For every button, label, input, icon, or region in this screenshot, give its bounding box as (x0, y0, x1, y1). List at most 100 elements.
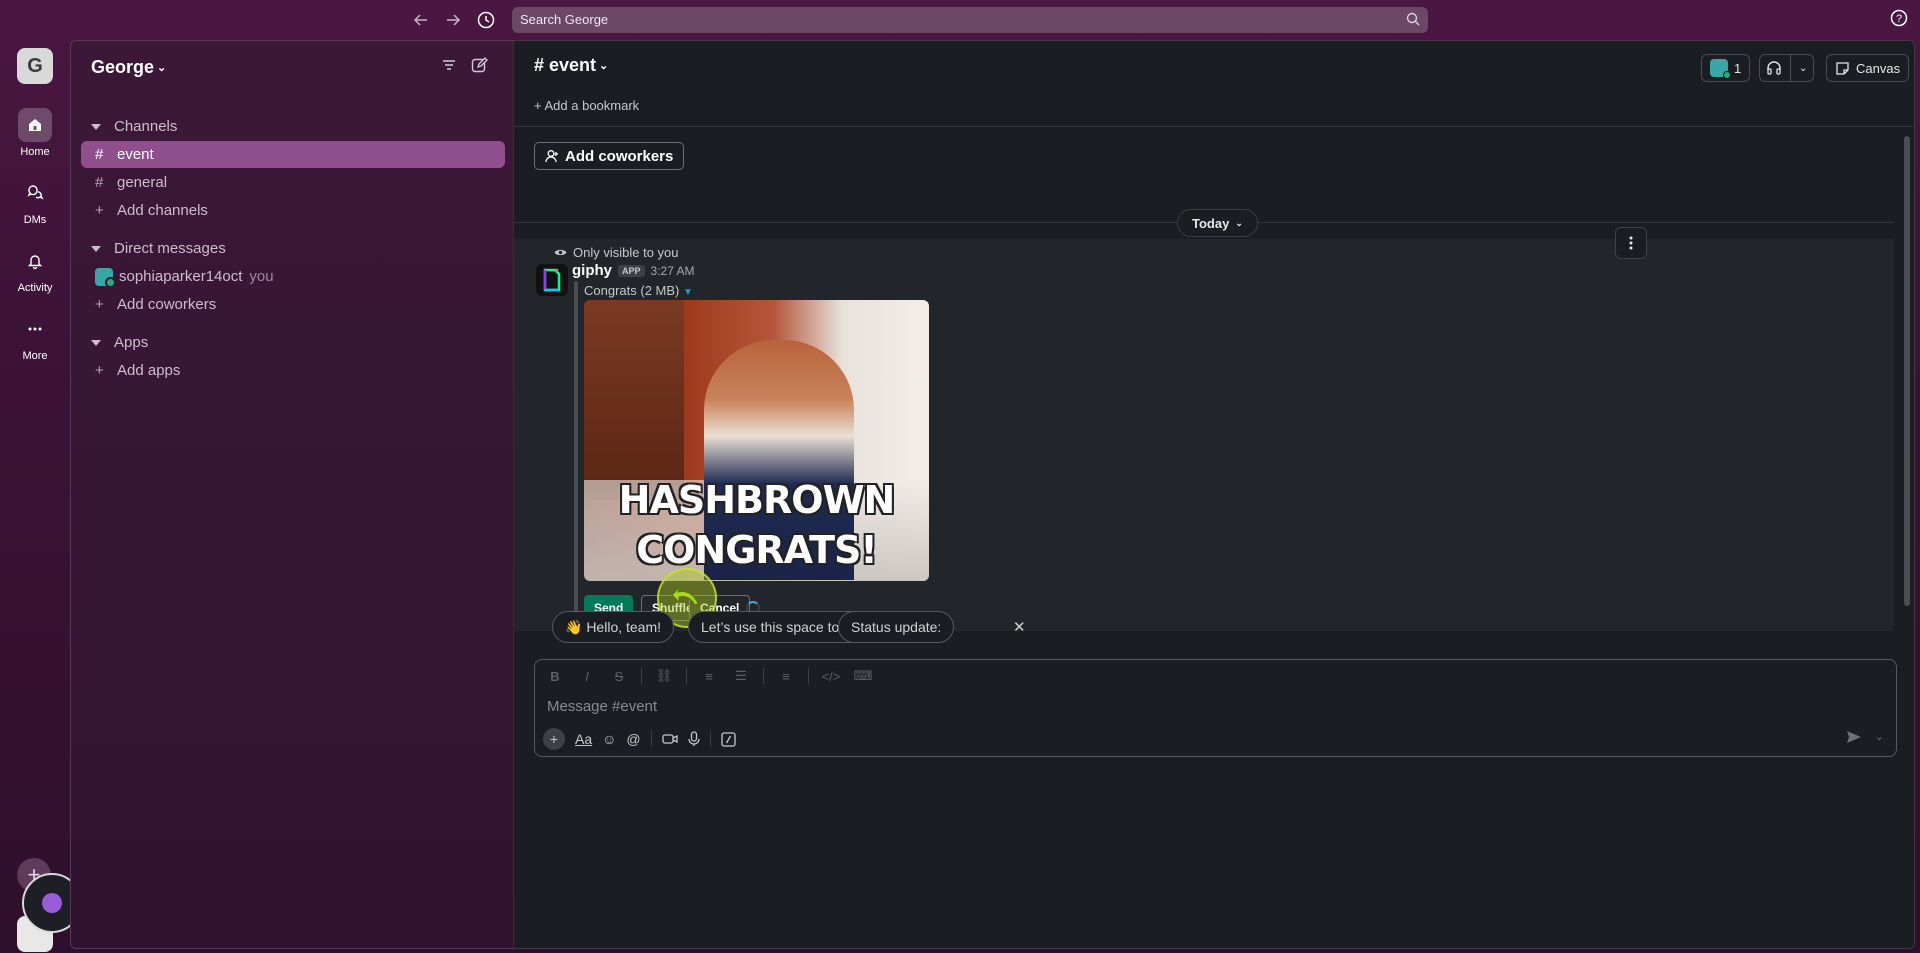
add-bookmark-button[interactable]: + Add a bookmark (534, 98, 639, 113)
channel-header: # event ⌄ + Add a bookmark 1 ⌄ Canvas (514, 41, 1914, 127)
sidebar-item-event[interactable]: # event (81, 141, 505, 168)
scrollbar[interactable] (1904, 136, 1910, 606)
canvas-button[interactable]: Canvas (1826, 54, 1910, 82)
search-placeholder: Search George (520, 12, 609, 27)
chevron-down-icon: ⌄ (1235, 217, 1243, 228)
microphone-icon[interactable] (687, 731, 700, 747)
add-coworkers-button[interactable]: Add coworkers (534, 142, 685, 170)
giphy-avatar[interactable] (536, 264, 568, 296)
link-icon[interactable]: ⛓ (654, 668, 674, 684)
code-block-icon[interactable]: ⌨ (853, 668, 873, 684)
bold-icon[interactable]: B (545, 669, 565, 684)
workspace-name-button[interactable]: George ⌄ (91, 57, 166, 78)
gif-title[interactable]: Congrats (2 MB) ▼ (584, 283, 693, 298)
add-user-icon (545, 149, 559, 163)
message-input[interactable]: Message #event (547, 698, 657, 715)
add-coworkers-label: Add coworkers (117, 296, 217, 313)
video-icon[interactable] (661, 733, 678, 745)
app-badge: APP (618, 264, 645, 277)
mention-icon[interactable]: @ (626, 731, 640, 747)
add-apps-button[interactable]: + Add apps (81, 357, 505, 384)
caret-down-icon (91, 245, 101, 252)
forward-arrow-icon[interactable] (442, 9, 464, 31)
apps-section-header[interactable]: Apps (91, 334, 148, 351)
dm-user-avatar (95, 267, 116, 288)
chevron-down-icon: ⌄ (599, 60, 609, 72)
canvas-label: Canvas (1856, 60, 1901, 76)
svg-text:?: ? (1896, 13, 1902, 25)
rail-more-label: More (22, 350, 48, 362)
chevron-down-icon[interactable]: ⌄ (1799, 63, 1807, 74)
channels-section-header[interactable]: Channels (91, 118, 177, 135)
rail-dms[interactable]: DMs (0, 176, 70, 226)
message-composer[interactable]: B I S ⛓ ≡ ☰ ≡ </> ⌨ Message #event + Aa … (534, 659, 1897, 757)
attach-plus-icon[interactable]: + (543, 728, 565, 750)
attachment-border (574, 281, 578, 621)
send-message-icon[interactable] (1846, 730, 1862, 744)
direct-messages-section-header[interactable]: Direct messages (91, 240, 226, 257)
blockquote-icon[interactable]: ≡ (776, 669, 796, 684)
composer-tools: + Aa ☺ @ (543, 728, 736, 750)
home-icon (18, 108, 52, 142)
message-actions-icon[interactable] (1615, 227, 1647, 259)
close-suggestions-icon[interactable]: ✕ (1013, 618, 1026, 636)
dm-header-label: Direct messages (114, 240, 226, 257)
rail-more[interactable]: More (0, 312, 70, 362)
canvas-icon (1835, 61, 1850, 76)
headphones-icon (1766, 60, 1782, 76)
sender-name[interactable]: giphy (572, 262, 612, 279)
italic-icon[interactable]: I (577, 669, 597, 684)
chevron-down-icon: ⌄ (157, 62, 167, 74)
rail-home-label: Home (20, 146, 50, 158)
members-button[interactable]: 1 (1701, 54, 1751, 82)
message-header: giphy APP 3:27 AM (572, 262, 695, 279)
gif-caption-line-2: CONGRATS! (636, 528, 878, 572)
code-icon[interactable]: </> (821, 669, 841, 684)
dm-you-label: you (249, 268, 274, 285)
channel-title-button[interactable]: # event ⌄ (534, 55, 608, 76)
help-icon[interactable]: ? (1890, 9, 1908, 27)
top-bar: Search George ? (0, 0, 1920, 40)
add-channels-button[interactable]: + Add channels (81, 197, 505, 224)
search-input[interactable]: Search George (512, 7, 1428, 33)
history-icon[interactable] (475, 9, 497, 31)
sidebar-item-general[interactable]: # general (81, 169, 505, 196)
suggestion-status-update[interactable]: Status update: (838, 611, 955, 643)
rail-home[interactable]: Home (0, 108, 70, 158)
rail-activity[interactable]: Activity (0, 244, 70, 294)
bell-icon (18, 244, 52, 278)
today-label: Today (1192, 215, 1230, 231)
add-coworkers-sidebar-button[interactable]: + Add coworkers (81, 291, 505, 318)
shortcuts-icon[interactable] (720, 731, 736, 747)
bookmark-label: Add a bookmark (544, 98, 640, 113)
channel-name: event (549, 55, 597, 75)
chevron-down-icon[interactable]: ⌄ (1875, 730, 1884, 743)
filter-icon[interactable] (441, 57, 457, 73)
suggestion-hello-team[interactable]: 👋 Hello, team! (552, 611, 675, 643)
formatting-toolbar: B I S ⛓ ≡ ☰ ≡ </> ⌨ (545, 668, 873, 684)
search-icon (1406, 12, 1420, 26)
member-count: 1 (1734, 60, 1742, 76)
plus-icon: + (534, 98, 545, 113)
today-date-button[interactable]: Today ⌄ (1177, 209, 1258, 237)
gif-caption-line-1: HASHBROWN (618, 478, 896, 522)
gif-title-label: Congrats (2 MB) (584, 283, 680, 298)
gif-image[interactable]: HASHBROWN CONGRATS! (584, 300, 929, 581)
back-arrow-icon[interactable] (410, 9, 432, 31)
text-format-icon[interactable]: Aa (575, 731, 592, 747)
compose-icon[interactable] (471, 57, 488, 74)
sidebar-item-dm-user[interactable]: sophiaparker14oct you (81, 263, 505, 290)
message-timestamp[interactable]: 3:27 AM (651, 264, 695, 278)
ordered-list-icon[interactable]: ≡ (699, 669, 719, 684)
strikethrough-icon[interactable]: S (609, 669, 629, 684)
emoji-icon[interactable]: ☺ (602, 731, 616, 747)
huddle-button[interactable]: ⌄ (1759, 54, 1815, 82)
workspace-avatar[interactable]: G (17, 48, 53, 84)
add-channels-label: Add channels (117, 202, 208, 219)
bullet-list-icon[interactable]: ☰ (731, 668, 751, 684)
only-visible-note: Only visible to you (554, 245, 679, 260)
add-apps-label: Add apps (117, 362, 181, 379)
hash-icon: # (95, 146, 104, 163)
sidebar: George ⌄ Channels # event # general + Add… (70, 40, 513, 949)
channel-main: # event ⌄ + Add a bookmark 1 ⌄ Canvas Add… (513, 40, 1915, 949)
